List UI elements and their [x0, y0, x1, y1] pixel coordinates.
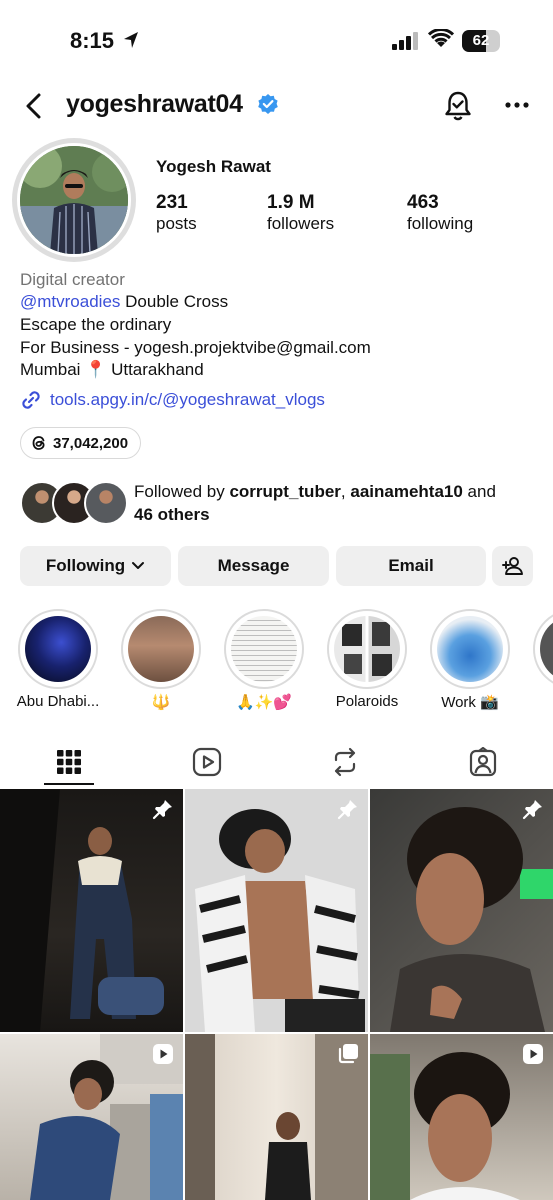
status-time: 8:15 — [70, 28, 115, 53]
highlight-cover — [25, 616, 91, 682]
pin-icon — [152, 800, 172, 820]
suggested-users-button[interactable] — [492, 546, 533, 586]
profile-category: Digital creator — [20, 270, 125, 289]
bio-link-text: tools.apgy.in/c/@yogeshrawat_vlogs — [50, 390, 325, 409]
bio-mention-link[interactable]: @mtvroadies — [20, 292, 120, 311]
followed-by-prefix: Followed by — [134, 482, 230, 501]
tab-reels[interactable] — [187, 742, 227, 782]
message-button-label: Message — [217, 556, 290, 575]
highlight-polaroids[interactable]: Polaroids — [327, 609, 407, 710]
highlight-label: Work 📸 — [441, 694, 499, 711]
bio-mention-rest: Double Cross — [120, 292, 229, 311]
tab-reposts[interactable] — [325, 742, 365, 782]
highlight-trident[interactable]: 🔱 — [121, 609, 201, 711]
profile-username: yogeshrawat04 — [66, 90, 243, 118]
back-icon[interactable] — [24, 92, 44, 120]
active-tab-indicator — [44, 783, 94, 785]
follower-avatar — [84, 481, 128, 525]
following-button-label: Following — [45, 556, 126, 575]
battery-indicator: 62 — [462, 30, 500, 52]
followed-by-avatars[interactable] — [20, 481, 130, 525]
tab-posts-grid[interactable] — [49, 742, 89, 782]
avatar-photo — [20, 146, 128, 254]
email-button-label: Email — [388, 556, 434, 575]
highlight-label: 🔱 — [151, 694, 171, 711]
followed-by-user-2: aainamehta10 — [350, 482, 463, 501]
bio-line-4: Mumbai 📍 Uttarakhand — [20, 360, 204, 379]
followed-by-text[interactable]: Followed by corrupt_tuber, aainamehta10 … — [134, 480, 534, 526]
add-person-icon — [501, 557, 523, 575]
grid-post-2[interactable] — [185, 789, 368, 1032]
highlight-cover — [437, 616, 503, 682]
grid-post-6[interactable] — [370, 1034, 553, 1200]
threads-icon — [32, 436, 45, 450]
posts-stat[interactable]: 231 posts — [156, 192, 197, 234]
highlight-work[interactable]: Work 📸 — [430, 609, 510, 711]
following-button[interactable]: Following — [20, 546, 171, 586]
reel-badge-icon — [153, 1044, 173, 1064]
notification-bell-icon[interactable] — [443, 90, 473, 122]
posts-count: 231 — [156, 192, 188, 213]
followed-by-user-1: corrupt_tuber — [229, 482, 341, 501]
followed-by-and: and — [462, 482, 496, 501]
followers-count: 1.9 M — [267, 192, 315, 213]
battery-level: 62 — [472, 32, 490, 49]
reels-icon — [192, 747, 222, 777]
following-label: following — [407, 214, 474, 233]
grid-post-3[interactable] — [370, 789, 553, 1032]
verified-badge-icon — [258, 94, 278, 114]
highlight-cover — [334, 616, 400, 682]
location-arrow-icon — [124, 32, 138, 48]
wifi-icon — [428, 29, 454, 47]
following-stat[interactable]: 463 following — [407, 192, 473, 234]
highlight-cover — [231, 616, 297, 682]
tagged-icon — [469, 747, 497, 777]
signal-icon — [392, 32, 418, 50]
following-count: 463 — [407, 192, 439, 213]
carousel-icon — [338, 1044, 358, 1064]
profile-full-name: Yogesh Rawat — [156, 157, 271, 176]
highlight-blessings[interactable]: 🙏✨💕 — [224, 609, 304, 711]
highlight-cover — [128, 616, 194, 682]
highlight-abu-dhabi[interactable]: Abu Dhabi... — [17, 609, 99, 710]
reel-badge-icon — [523, 1044, 543, 1064]
link-icon — [22, 391, 40, 409]
highlight-partial[interactable] — [533, 609, 553, 689]
email-button[interactable]: Email — [336, 546, 486, 586]
profile-avatar[interactable] — [12, 138, 136, 262]
followed-by-sep: , — [340, 482, 351, 501]
more-icon[interactable] — [505, 101, 529, 109]
bio-line-2: Escape the ordinary — [20, 315, 172, 334]
grid-post-4[interactable] — [0, 1034, 183, 1200]
grid-icon — [57, 750, 81, 774]
pin-icon — [522, 800, 542, 820]
tab-tagged[interactable] — [463, 742, 503, 782]
chevron-down-icon — [132, 562, 145, 569]
grid-post-5[interactable] — [185, 1034, 368, 1200]
threads-badge[interactable]: 37,042,200 — [20, 427, 142, 459]
message-button[interactable]: Message — [178, 546, 329, 586]
posts-label: posts — [156, 214, 197, 233]
bio-line-1: @mtvroadies Double Cross — [20, 292, 228, 312]
threads-count: 37,042,200 — [53, 434, 129, 452]
grid-post-1[interactable] — [0, 789, 183, 1032]
highlight-label: 🙏✨💕 — [235, 694, 293, 711]
followers-stat[interactable]: 1.9 M followers — [267, 192, 334, 234]
pin-icon — [337, 800, 357, 820]
bio-link[interactable]: tools.apgy.in/c/@yogeshrawat_vlogs — [20, 389, 325, 411]
followed-by-others: 46 others — [134, 505, 210, 524]
bio-line-3: For Business - yogesh.projektvibe@gmail.… — [20, 338, 371, 357]
highlight-label: Polaroids — [335, 693, 399, 710]
reposts-icon — [334, 747, 356, 777]
followers-label: followers — [267, 214, 335, 233]
